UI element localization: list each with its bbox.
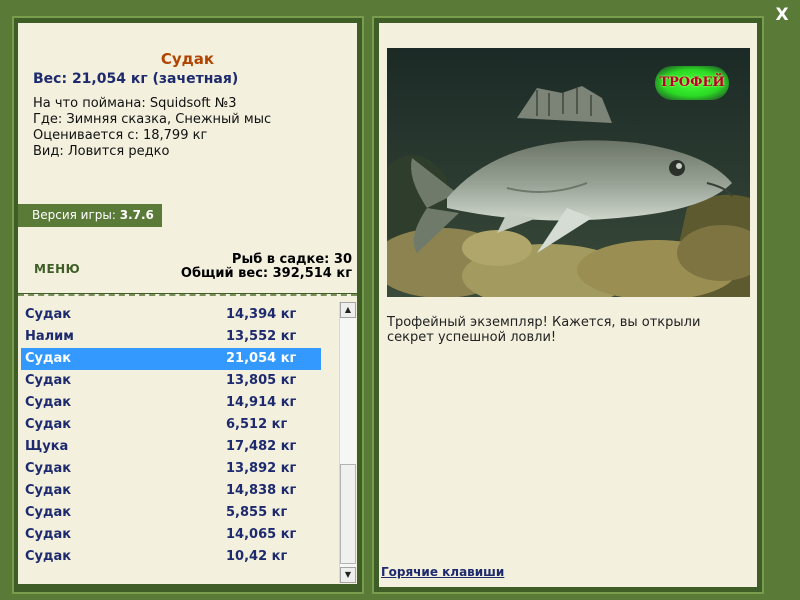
version-badge: Версия игры: 3.7.6 (18, 204, 162, 227)
list-item-weight: 17,482 кг (226, 439, 297, 454)
fish-weight: Вес: 21,054 кг (зачетная) (33, 71, 239, 87)
list-item-name: Судак (25, 527, 72, 542)
catch-list[interactable]: Судак 14,394 кг Налим 13,552 кг Судак 21,054 … (18, 294, 357, 584)
list-item[interactable]: Судак 14,838 кг (21, 480, 321, 502)
list-item[interactable]: Судак 21,054 кг (21, 348, 321, 370)
list-item-weight: 13,892 кг (226, 461, 297, 476)
menu-button[interactable]: МЕНЮ (34, 262, 80, 276)
arrow-up-icon[interactable]: ▲ (340, 302, 356, 318)
valued-from: Оценивается с: 18,799 кг (33, 128, 208, 143)
version-value: 3.7.6 (119, 208, 154, 222)
list-item-weight: 13,805 кг (226, 373, 297, 388)
fish-in-cage: Рыб в садке: 30 (231, 252, 352, 267)
list-item-name: Судак (25, 417, 72, 432)
close-button[interactable]: X (772, 4, 792, 26)
list-item-name: Налим (25, 329, 74, 344)
version-label: Версия игры: (32, 208, 120, 222)
list-item-weight: 13,552 кг (226, 329, 297, 344)
trophy-badge: ТРОФЕЙ (655, 66, 729, 100)
arrow-down-icon[interactable]: ▼ (340, 567, 356, 583)
list-item[interactable]: Судак 14,394 кг (21, 304, 321, 326)
list-item-name: Судак (25, 461, 72, 476)
list-item[interactable]: Судак 10,42 кг (21, 546, 321, 568)
list-item[interactable]: Щука 17,482 кг (21, 436, 321, 458)
fish-title: Судак (160, 50, 215, 68)
rarity: Вид: Ловится редко (33, 144, 170, 159)
list-item[interactable]: Налим 13,552 кг (21, 326, 321, 348)
scroll-thumb[interactable] (340, 464, 356, 564)
total-weight: Общий вес: 392,514 кг (180, 266, 352, 281)
list-item[interactable]: Судак 5,855 кг (21, 502, 321, 524)
list-item-weight: 14,914 кг (226, 395, 297, 410)
caught-with: На что поймана: Squidsoft №3 (33, 96, 237, 111)
list-item-name: Судак (25, 373, 72, 388)
scrollbar[interactable]: ▲ ▼ (339, 302, 356, 583)
list-item-name: Судак (25, 549, 72, 564)
list-item-weight: 14,838 кг (226, 483, 297, 498)
list-item-weight: 10,42 кг (226, 549, 288, 564)
list-item-weight: 6,512 кг (226, 417, 288, 432)
list-item-weight: 14,394 кг (226, 307, 297, 322)
list-item-weight: 5,855 кг (226, 505, 288, 520)
list-item-weight: 14,065 кг (226, 527, 297, 542)
list-item[interactable]: Судак 13,892 кг (21, 458, 321, 480)
location: Где: Зимняя сказка, Снежный мыс (33, 112, 272, 127)
list-item[interactable]: Судак 13,805 кг (21, 370, 321, 392)
list-item-name: Судак (25, 307, 72, 322)
list-item[interactable]: Судак 6,512 кг (21, 414, 321, 436)
trophy-text: Трофейный экземпляр! Кажется, вы открыли… (387, 315, 701, 345)
hotkeys-link[interactable]: Горячие клавиши (381, 565, 504, 579)
list-item-weight: 21,054 кг (226, 351, 297, 366)
list-item-name: Щука (25, 439, 69, 454)
list-item-name: Судак (25, 395, 72, 410)
close-icon: X (775, 5, 789, 25)
list-item[interactable]: Судак 14,914 кг (21, 392, 321, 414)
list-item[interactable]: Судак 14,065 кг (21, 524, 321, 546)
list-item-name: Судак (25, 505, 72, 520)
list-item-name: Судак (25, 483, 72, 498)
list-item-name: Судак (25, 351, 72, 366)
